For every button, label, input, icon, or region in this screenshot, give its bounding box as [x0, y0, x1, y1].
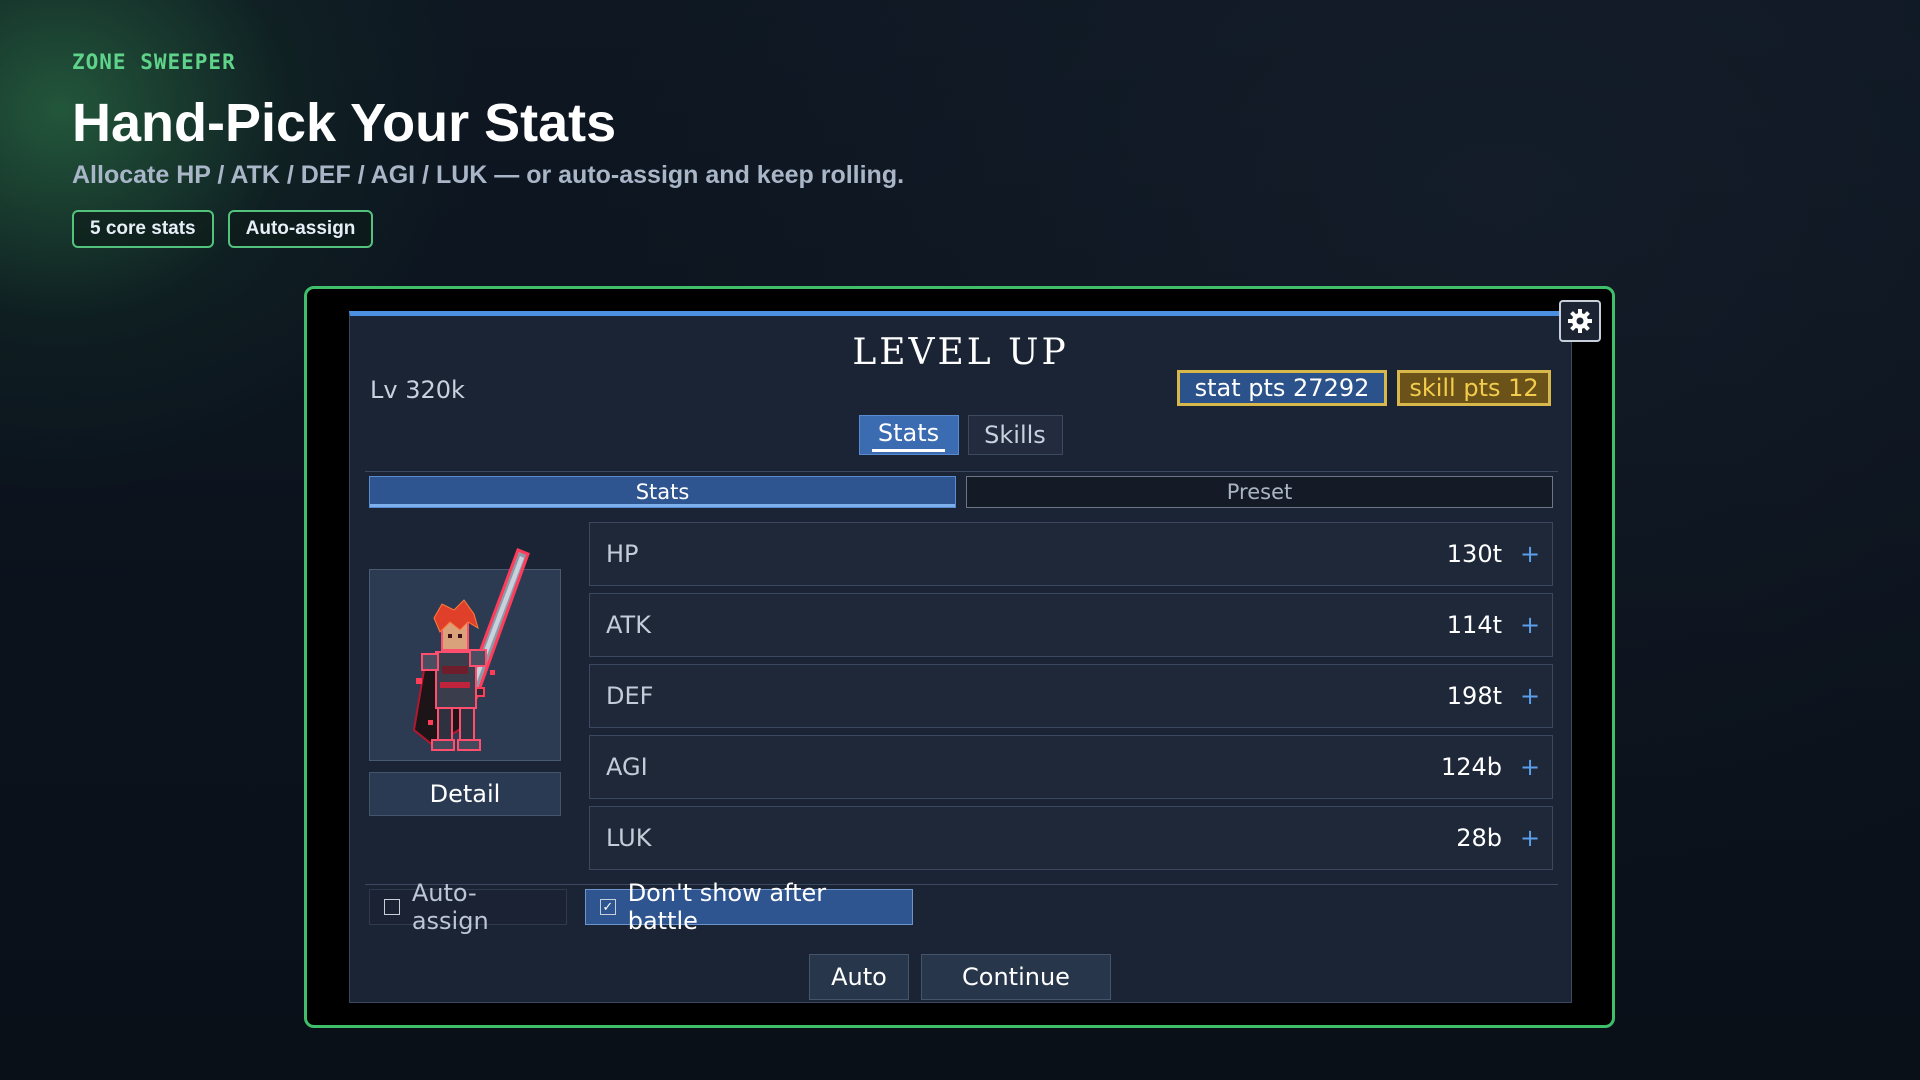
page-title: Hand-Pick Your Stats [72, 93, 617, 153]
continue-button[interactable]: Continue [921, 954, 1111, 1000]
subtab-preset[interactable]: Preset [966, 476, 1553, 508]
feature-chips: 5 core stats Auto-assign [72, 210, 374, 248]
stat-value: 130t [1446, 540, 1502, 568]
stat-list: HP 130t + ATK 114t + DEF 198t + AGI 124b… [589, 522, 1553, 877]
dialog-title: LEVEL UP [852, 332, 1069, 373]
stat-name: DEF [606, 682, 654, 710]
checkbox-checked-icon: ✓ [600, 899, 616, 915]
stat-row-luk: LUK 28b + [589, 806, 1553, 870]
page-subtitle: Allocate HP / ATK / DEF / AGI / LUK — or… [72, 161, 905, 189]
detail-button[interactable]: Detail [369, 772, 561, 816]
stat-name: LUK [606, 824, 652, 852]
auto-assign-checkbox[interactable]: Auto-assign [369, 879, 567, 935]
stat-name: AGI [606, 753, 648, 781]
chip-core-stats: 5 core stats [72, 210, 214, 248]
stat-row-atk: ATK 114t + [589, 593, 1553, 657]
gear-icon [1568, 309, 1592, 333]
auto-assign-label: Auto-assign [411, 879, 489, 935]
skill-points-badge: skill pts 12 [1397, 370, 1551, 406]
dont-show-checkbox[interactable]: ✓ Don't show after battle [585, 879, 913, 935]
subtab-stats[interactable]: Stats [369, 476, 956, 508]
add-hp-button[interactable]: + [1520, 540, 1540, 568]
stat-value: 124b [1440, 753, 1502, 781]
level-label: Lv 320k [370, 376, 465, 404]
add-luk-button[interactable]: + [1520, 824, 1540, 852]
checkbox-box-unchecked [384, 899, 400, 915]
eyebrow-label: ZONE SWEEPER [72, 50, 236, 74]
character-portrait [369, 548, 561, 761]
stat-row-def: DEF 198t + [589, 664, 1553, 728]
tab-stats-label: Stats [871, 419, 946, 452]
stat-points-badge: stat pts 27292 [1177, 370, 1387, 406]
settings-button[interactable] [1559, 300, 1601, 342]
tab-stats[interactable]: Stats [858, 415, 959, 455]
auto-button[interactable]: Auto [809, 954, 909, 1000]
stat-value: 28b [1456, 824, 1502, 852]
dont-show-label: Don't show after battle [627, 879, 827, 935]
stat-value: 198t [1446, 682, 1502, 710]
level-up-dialog: LEVEL UP Lv 320k stat pts 27292 skill pt… [349, 311, 1572, 1003]
subtab-row: Stats Preset [365, 471, 1558, 508]
tab-skills[interactable]: Skills [967, 415, 1063, 455]
stat-name: HP [606, 540, 639, 568]
add-agi-button[interactable]: + [1520, 753, 1540, 781]
knight-sprite [412, 548, 530, 751]
stat-name: ATK [606, 611, 651, 639]
add-atk-button[interactable]: + [1520, 611, 1540, 639]
stat-row-agi: AGI 124b + [589, 735, 1553, 799]
stat-value: 114t [1446, 611, 1502, 639]
stat-row-hp: HP 130t + [589, 522, 1553, 586]
add-def-button[interactable]: + [1520, 682, 1540, 710]
main-tabs: Stats Skills [350, 415, 1571, 455]
chip-auto-assign: Auto-assign [227, 210, 374, 248]
